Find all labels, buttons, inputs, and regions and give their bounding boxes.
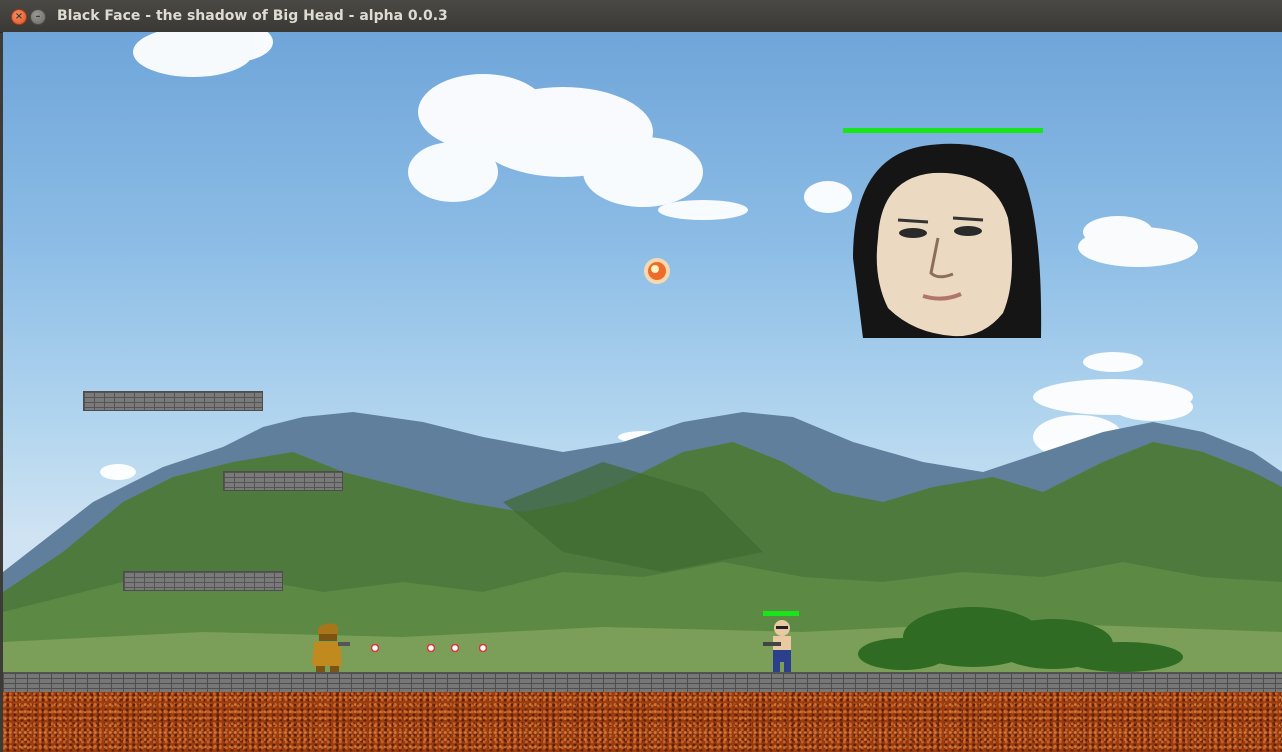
- title-bar[interactable]: × – Black Face - the shadow of Big Head …: [0, 0, 1282, 33]
- boss-health-bar: [843, 128, 1043, 133]
- enemy-health-bar: [763, 611, 799, 616]
- game-viewport[interactable]: [3, 32, 1282, 752]
- cloud: [408, 74, 748, 220]
- brick-platform-bottom: [123, 571, 283, 591]
- close-icon: ×: [14, 11, 24, 22]
- bullet-icon: [479, 644, 487, 652]
- brick-platform-top: [83, 391, 263, 411]
- ground-dirt: [3, 692, 1282, 752]
- bullet-icon: [427, 644, 435, 652]
- minimize-button[interactable]: –: [30, 9, 46, 25]
- hooded-gunman-player-icon: [312, 623, 350, 672]
- cloud: [133, 32, 273, 77]
- brick-platform-middle: [223, 471, 343, 491]
- window-title: Black Face - the shadow of Big Head - al…: [57, 8, 448, 24]
- bald-gunman-enemy-icon: [763, 620, 791, 672]
- bullet-icon: [371, 644, 379, 652]
- fireball-projectile-icon: [644, 258, 670, 284]
- close-button[interactable]: ×: [11, 9, 27, 25]
- bullet-icon: [451, 644, 459, 652]
- minimize-icon: –: [35, 11, 41, 22]
- big-head-boss-icon: [853, 143, 1042, 338]
- cloud: [1078, 216, 1198, 267]
- ground-brick-strip: [3, 672, 1282, 693]
- game-window: × – Black Face - the shadow of Big Head …: [0, 0, 1282, 752]
